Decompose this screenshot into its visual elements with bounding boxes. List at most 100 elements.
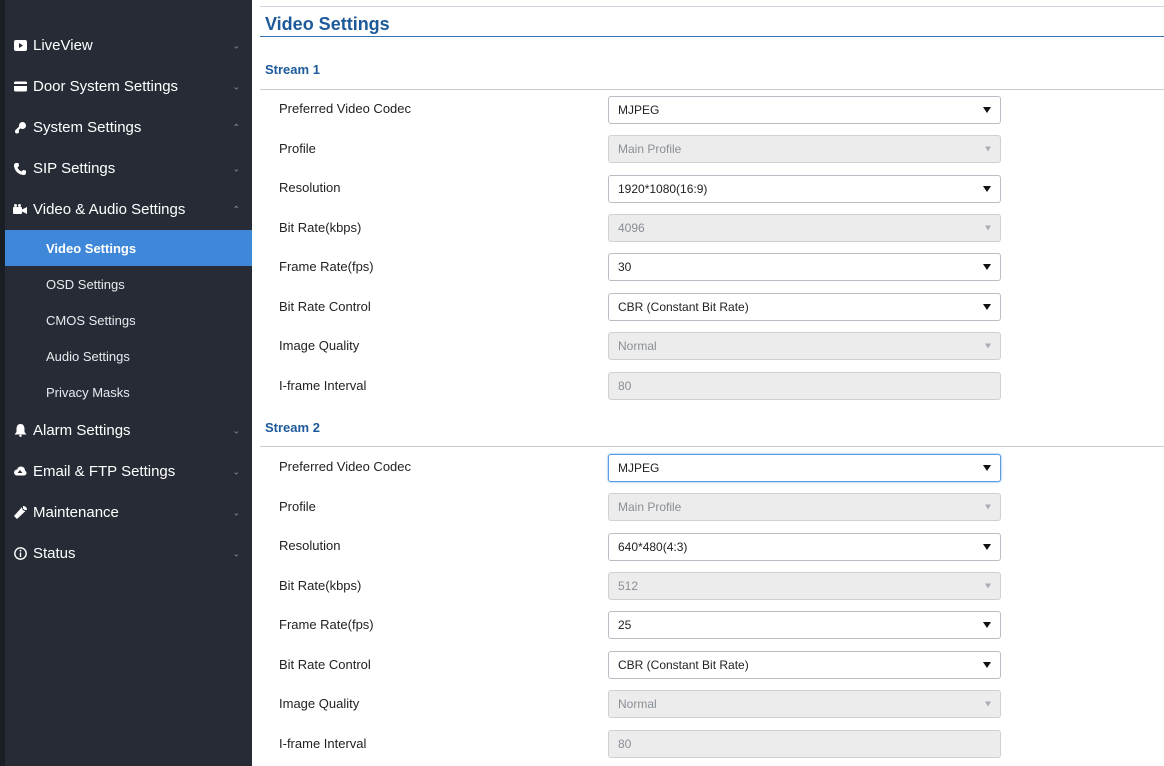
dropdown-arrow-icon [985, 701, 991, 707]
sidebar-item-label: LiveView [33, 37, 93, 54]
select-value: CBR (Constant Bit Rate) [618, 658, 749, 672]
sidebar-top-spacer [5, 0, 252, 25]
select-value: Normal [618, 339, 657, 353]
sidebar-item-alarm-settings[interactable]: Alarm Settings ⌄ [5, 410, 252, 451]
dropdown-arrow-icon [983, 662, 991, 668]
stream1-resolution-select[interactable]: 1920*1080(16:9) [608, 175, 1001, 203]
sidebar: LiveView ⌄ Door System Settings ⌄ System… [0, 0, 252, 766]
stream1-bitrate-control-select[interactable]: CBR (Constant Bit Rate) [608, 293, 1001, 321]
divider [260, 6, 1164, 7]
sidebar-item-maintenance[interactable]: Maintenance ⌄ [5, 492, 252, 533]
sidebar-subitem-osd-settings[interactable]: OSD Settings [5, 266, 252, 302]
info-icon [13, 547, 27, 561]
stream1-profile-select[interactable]: Main Profile [608, 135, 1001, 163]
sidebar-item-label: SIP Settings [33, 160, 116, 177]
image-quality-label: Image Quality [279, 338, 360, 353]
divider [260, 89, 1164, 90]
profile-label: Profile [279, 499, 316, 514]
select-value: 640*480(4:3) [618, 540, 688, 554]
codec-label: Preferred Video Codec [279, 459, 412, 474]
chevron-down-icon: ⌄ [232, 81, 240, 91]
chevron-down-icon: ⌄ [232, 40, 240, 50]
stream2-framerate-select[interactable]: 25 [608, 611, 1001, 639]
bitrate-control-label: Bit Rate Control [279, 299, 371, 314]
select-value: MJPEG [618, 461, 660, 475]
select-value: 1920*1080(16:9) [618, 182, 708, 196]
stream2-iframe-input[interactable]: 80 [608, 730, 1001, 758]
sidebar-item-system-settings[interactable]: System Settings ⌃ [5, 107, 252, 148]
dropdown-arrow-icon [983, 186, 991, 192]
stream1-framerate-select[interactable]: 30 [608, 253, 1001, 281]
sidebar-item-label: Alarm Settings [33, 422, 131, 439]
codec-label: Preferred Video Codec [279, 101, 412, 116]
framerate-label: Frame Rate(fps) [279, 617, 374, 632]
sidebar-item-status[interactable]: Status ⌄ [5, 533, 252, 574]
stream2-bitrate-select[interactable]: 512 [608, 572, 1001, 600]
dropdown-arrow-icon [985, 146, 991, 152]
dropdown-arrow-icon [983, 264, 991, 270]
main-content: Video Settings Stream 1 Preferred Video … [252, 0, 1164, 766]
page-title: Video Settings [265, 14, 390, 34]
stream2-codec-select[interactable]: MJPEG [608, 454, 1001, 482]
key-icon [13, 121, 27, 135]
sidebar-item-liveview[interactable]: LiveView ⌄ [5, 25, 252, 66]
sidebar-subitem-label: Audio Settings [46, 348, 130, 364]
resolution-label: Resolution [279, 538, 341, 553]
camera-icon [13, 203, 27, 217]
sidebar-subitem-label: CMOS Settings [46, 312, 136, 328]
phone-icon [13, 162, 27, 176]
iframe-label: I-frame Interval [279, 736, 367, 751]
dropdown-arrow-icon [983, 304, 991, 310]
stream2-image-quality-select[interactable]: Normal [608, 690, 1001, 718]
input-value: 80 [618, 737, 632, 751]
select-value: CBR (Constant Bit Rate) [618, 300, 749, 314]
select-value: 30 [618, 260, 632, 274]
stream2-profile-select[interactable]: Main Profile [608, 493, 1001, 521]
select-value: MJPEG [618, 103, 660, 117]
select-value: 4096 [618, 221, 645, 235]
sidebar-item-sip-settings[interactable]: SIP Settings ⌄ [5, 148, 252, 189]
sidebar-item-email-ftp-settings[interactable]: Email & FTP Settings ⌄ [5, 451, 252, 492]
profile-label: Profile [279, 141, 316, 156]
bitrate-label: Bit Rate(kbps) [279, 220, 362, 235]
resolution-label: Resolution [279, 180, 341, 195]
chevron-up-icon: ⌃ [232, 204, 240, 214]
cloud-icon [13, 465, 27, 479]
video-icon [13, 39, 27, 53]
stream1-codec-select[interactable]: MJPEG [608, 96, 1001, 124]
sidebar-item-label: System Settings [33, 119, 142, 136]
stream1-bitrate-select[interactable]: 4096 [608, 214, 1001, 242]
dropdown-arrow-icon [983, 107, 991, 113]
sidebar-subitem-privacy-masks[interactable]: Privacy Masks [5, 374, 252, 410]
chevron-down-icon: ⌄ [232, 548, 240, 558]
sidebar-subitem-audio-settings[interactable]: Audio Settings [5, 338, 252, 374]
select-value: 25 [618, 618, 632, 632]
framerate-label: Frame Rate(fps) [279, 259, 374, 274]
stream1-iframe-input[interactable]: 80 [608, 372, 1001, 400]
stream2-bitrate-control-select[interactable]: CBR (Constant Bit Rate) [608, 651, 1001, 679]
dropdown-arrow-icon [983, 544, 991, 550]
bitrate-control-label: Bit Rate Control [279, 657, 371, 672]
select-value: Main Profile [618, 500, 682, 514]
card-icon [13, 80, 27, 94]
stream1-title: Stream 1 [265, 62, 320, 77]
stream2-resolution-select[interactable]: 640*480(4:3) [608, 533, 1001, 561]
dropdown-arrow-icon [985, 504, 991, 510]
dropdown-arrow-icon [983, 622, 991, 628]
divider [260, 36, 1164, 37]
sidebar-item-label: Email & FTP Settings [33, 463, 176, 480]
select-value: Normal [618, 697, 657, 711]
dropdown-arrow-icon [985, 225, 991, 231]
sidebar-subitem-video-settings[interactable]: Video Settings [5, 230, 252, 266]
sidebar-item-label: Maintenance [33, 504, 119, 521]
chevron-down-icon: ⌄ [232, 425, 240, 435]
sidebar-subitem-cmos-settings[interactable]: CMOS Settings [5, 302, 252, 338]
wrench-icon [13, 506, 27, 520]
sidebar-item-label: Video & Audio Settings [33, 201, 186, 218]
iframe-label: I-frame Interval [279, 378, 367, 393]
stream1-image-quality-select[interactable]: Normal [608, 332, 1001, 360]
select-value: Main Profile [618, 142, 682, 156]
sidebar-item-video-audio-settings[interactable]: Video & Audio Settings ⌃ [5, 189, 252, 230]
select-value: 512 [618, 579, 639, 593]
sidebar-item-door-system-settings[interactable]: Door System Settings ⌄ [5, 66, 252, 107]
